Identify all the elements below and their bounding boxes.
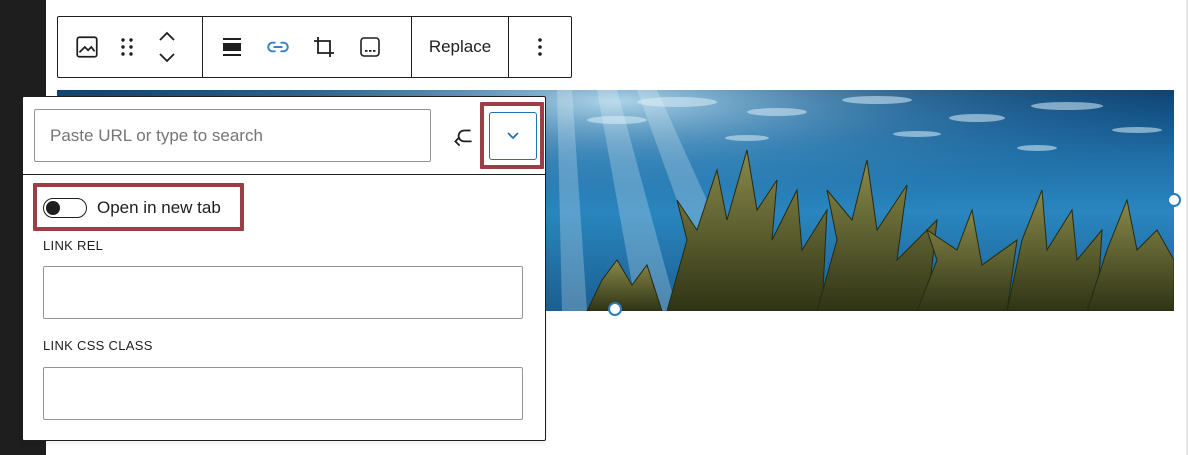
chevron-up-icon	[159, 31, 175, 41]
open-in-new-tab-toggle[interactable]	[43, 198, 87, 218]
link-button[interactable]	[255, 24, 301, 70]
image-icon	[76, 36, 98, 58]
resize-handle-bottom[interactable]	[608, 302, 622, 316]
link-rel-label: LINK REL	[43, 238, 104, 253]
enter-return-icon	[454, 129, 472, 147]
popover-divider	[23, 174, 545, 175]
drag-handle-button[interactable]	[110, 24, 144, 70]
block-toolbar: Replace	[57, 16, 572, 78]
chevron-down-icon	[159, 53, 175, 63]
toolbar-group-tools	[203, 17, 412, 77]
drag-handle-icon	[121, 38, 133, 56]
link-icon	[267, 41, 289, 53]
submit-link-button[interactable]	[448, 121, 480, 153]
move-buttons	[150, 25, 184, 69]
caption-icon	[360, 37, 380, 57]
crop-icon	[314, 37, 334, 57]
link-settings-toggle-button[interactable]	[489, 112, 537, 160]
caption-button[interactable]	[347, 24, 393, 70]
open-in-new-tab-label: Open in new tab	[97, 198, 221, 217]
chevron-down-icon	[507, 132, 519, 140]
move-up-button[interactable]	[150, 25, 184, 47]
open-in-new-tab-row: Open in new tab	[43, 196, 221, 220]
toolbar-group-replace: Replace	[412, 17, 509, 77]
toolbar-group-block	[58, 17, 203, 77]
url-search-input[interactable]	[34, 109, 431, 162]
crop-button[interactable]	[301, 24, 347, 70]
resize-handle-right[interactable]	[1167, 193, 1181, 207]
image-block-button[interactable]	[64, 24, 110, 70]
link-popover: Open in new tab LINK REL LINK CSS CLASS	[22, 96, 546, 441]
replace-button[interactable]: Replace	[421, 24, 499, 70]
link-rel-input[interactable]	[43, 266, 523, 319]
toggle-knob	[46, 200, 60, 215]
more-options-button[interactable]	[517, 24, 563, 70]
link-css-class-input[interactable]	[43, 367, 523, 420]
align-button[interactable]	[209, 24, 255, 70]
more-options-icon	[538, 38, 542, 56]
link-css-class-label: LINK CSS CLASS	[43, 338, 153, 353]
move-down-button[interactable]	[150, 47, 184, 69]
align-icon	[223, 38, 241, 56]
toolbar-group-options	[509, 17, 571, 77]
